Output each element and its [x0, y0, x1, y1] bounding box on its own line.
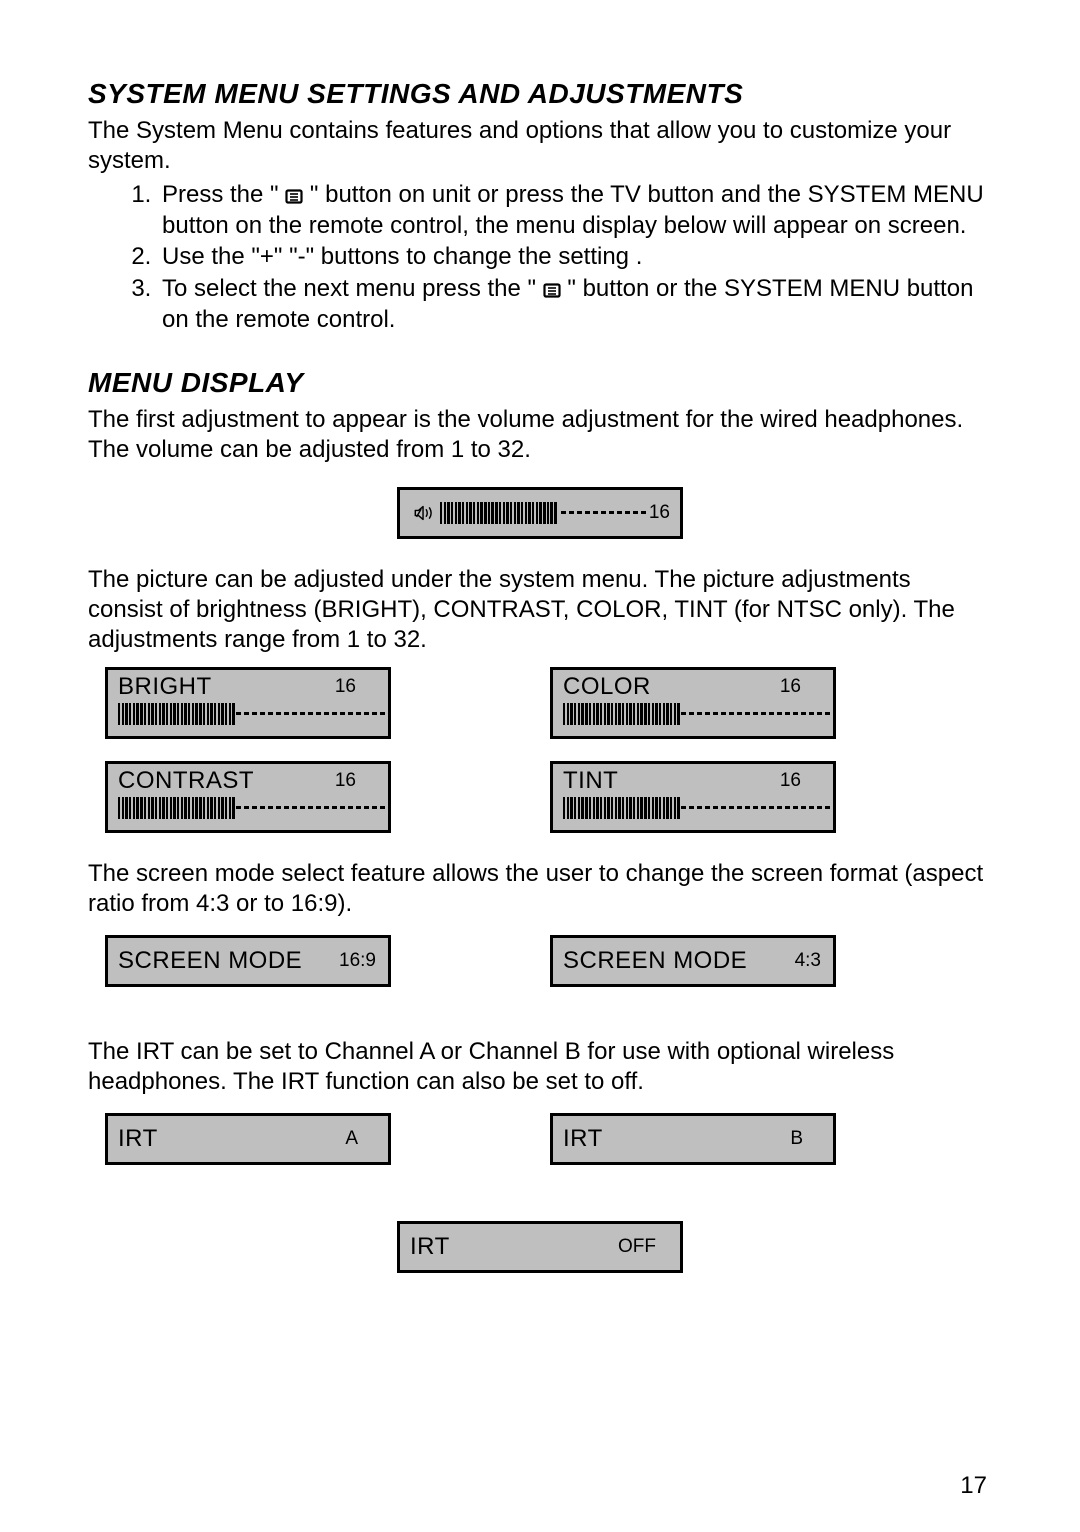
irt-intro: The IRT can be set to Channel A or Chann…: [88, 1037, 992, 1097]
color-slider: [563, 701, 823, 727]
heading-system-menu: SYSTEM MENU SETTINGS AND ADJUSTMENTS: [88, 78, 992, 110]
irt-b-value: B: [790, 1128, 803, 1150]
color-value: 16: [780, 676, 801, 698]
contrast-slider: [118, 795, 378, 821]
step3-text-a: To select the next menu press the ": [162, 275, 543, 302]
intro-text: The System Menu contains features and op…: [88, 116, 992, 176]
contrast-label: CONTRAST: [118, 767, 254, 795]
picture-intro: The picture can be adjusted under the sy…: [88, 565, 992, 655]
volume-osd: 16: [397, 487, 683, 539]
irt-a-value: A: [345, 1128, 358, 1150]
bright-value: 16: [335, 676, 356, 698]
bright-osd: BRIGHT 16: [105, 667, 391, 739]
screen-mode-intro: The screen mode select feature allows th…: [88, 859, 992, 919]
irt-b-osd: IRT B: [550, 1113, 836, 1165]
tint-slider: [563, 795, 823, 821]
heading-menu-display: MENU DISPLAY: [88, 367, 992, 399]
irt-label: IRT: [118, 1125, 158, 1153]
menu-icon: [543, 283, 561, 298]
screen-mode-43-osd: SCREEN MODE 4:3: [550, 935, 836, 987]
step1-text-a: Press the ": [162, 181, 285, 208]
bright-slider: [118, 701, 378, 727]
irt-a-osd: IRT A: [105, 1113, 391, 1165]
irt-label: IRT: [563, 1125, 603, 1153]
irt-label: IRT: [410, 1233, 450, 1261]
color-osd: COLOR 16: [550, 667, 836, 739]
screen-mode-169-value: 16:9: [339, 950, 376, 972]
page-number: 17: [960, 1472, 987, 1500]
contrast-osd: CONTRAST 16: [105, 761, 391, 833]
instruction-step-3: To select the next menu press the " " bu…: [158, 274, 992, 335]
manual-page: SYSTEM MENU SETTINGS AND ADJUSTMENTS The…: [0, 0, 1080, 1532]
menu-icon: [285, 189, 303, 204]
irt-off-value: OFF: [618, 1236, 656, 1258]
screen-mode-label: SCREEN MODE: [118, 947, 302, 975]
menu-display-intro: The first adjustment to appear is the vo…: [88, 405, 992, 465]
speaker-icon: [414, 500, 436, 526]
screen-mode-43-value: 4:3: [795, 950, 821, 972]
volume-value: 16: [649, 502, 670, 524]
instruction-step-2: Use the "+" "-" buttons to change the se…: [158, 242, 992, 273]
instruction-step-1: Press the " " button on unit or press th…: [158, 180, 992, 241]
tint-osd: TINT 16: [550, 761, 836, 833]
contrast-value: 16: [335, 770, 356, 792]
irt-off-osd: IRT OFF: [397, 1221, 683, 1273]
tint-value: 16: [780, 770, 801, 792]
screen-mode-label: SCREEN MODE: [563, 947, 747, 975]
tint-label: TINT: [563, 767, 618, 795]
bright-label: BRIGHT: [118, 673, 212, 701]
volume-slider: [440, 500, 649, 526]
instruction-list: Press the " " button on unit or press th…: [88, 180, 992, 336]
color-label: COLOR: [563, 673, 651, 701]
screen-mode-169-osd: SCREEN MODE 16:9: [105, 935, 391, 987]
